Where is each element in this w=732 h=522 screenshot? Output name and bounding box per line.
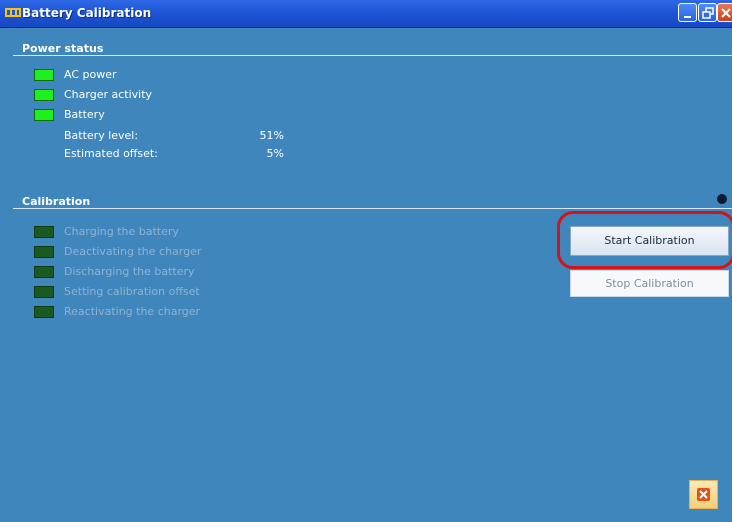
close-icon bbox=[721, 8, 731, 18]
status-led-icon bbox=[34, 266, 54, 278]
restore-icon bbox=[702, 7, 714, 19]
indicator-label: Charger activity bbox=[64, 88, 153, 101]
status-led-icon bbox=[34, 226, 54, 238]
estimated-offset-label: Estimated offset: bbox=[64, 147, 158, 160]
step-label: Deactivating the charger bbox=[64, 245, 202, 258]
app-icon bbox=[5, 8, 21, 17]
close-button[interactable] bbox=[717, 3, 732, 22]
minimize-icon bbox=[684, 16, 691, 18]
battery-level-label: Battery level: bbox=[64, 129, 139, 142]
status-led-icon bbox=[34, 89, 54, 101]
stop-calibration-button[interactable]: Stop Calibration bbox=[570, 270, 729, 297]
step-label: Setting calibration offset bbox=[64, 285, 200, 298]
status-dot-icon bbox=[717, 194, 727, 204]
power-status-title: Power status bbox=[22, 42, 104, 55]
step-label: Discharging the battery bbox=[64, 265, 195, 278]
estimated-offset-row: Estimated offset: 5% bbox=[64, 147, 284, 160]
status-led-icon bbox=[34, 69, 54, 81]
exit-button[interactable] bbox=[689, 480, 718, 509]
battery-level-row: Battery level: 51% bbox=[64, 129, 284, 142]
minimize-button[interactable] bbox=[678, 3, 697, 22]
calibration-divider bbox=[13, 208, 732, 209]
status-led-icon bbox=[34, 286, 54, 298]
power-status-divider bbox=[13, 55, 732, 56]
title-bar: Battery Calibration bbox=[0, 0, 732, 28]
estimated-offset-value: 5% bbox=[266, 147, 284, 160]
status-led-icon bbox=[34, 109, 54, 121]
battery-level-value: 51% bbox=[259, 129, 284, 142]
window-title: Battery Calibration bbox=[22, 6, 152, 20]
status-led-icon bbox=[34, 246, 54, 258]
status-led-icon bbox=[34, 306, 54, 318]
step-label: Reactivating the charger bbox=[64, 305, 201, 318]
close-icon bbox=[697, 488, 710, 501]
step-label: Charging the battery bbox=[64, 225, 179, 238]
indicator-label: Battery bbox=[64, 108, 105, 121]
restore-button[interactable] bbox=[698, 3, 717, 22]
indicator-label: AC power bbox=[64, 68, 117, 81]
start-calibration-button[interactable]: Start Calibration bbox=[570, 226, 729, 256]
calibration-title: Calibration bbox=[22, 195, 91, 208]
